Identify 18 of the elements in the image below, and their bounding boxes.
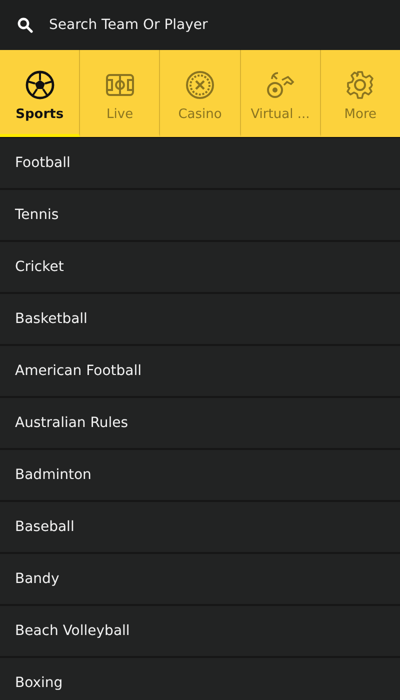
sport-list-item[interactable]: Tennis bbox=[0, 190, 400, 242]
nav-tab[interactable]: Sports bbox=[0, 50, 80, 137]
sport-list-item[interactable]: Basketball bbox=[0, 294, 400, 346]
search-input[interactable]: Search Team Or Player bbox=[49, 10, 390, 40]
sport-list-item[interactable]: Bandy bbox=[0, 554, 400, 606]
roulette-icon bbox=[184, 68, 216, 100]
sport-list-item[interactable]: Badminton bbox=[0, 450, 400, 502]
soccer-ball-icon bbox=[24, 68, 56, 100]
sport-list-item[interactable]: Cricket bbox=[0, 242, 400, 294]
sport-list-item[interactable]: Beach Volleyball bbox=[0, 606, 400, 658]
sport-list-item[interactable]: Boxing bbox=[0, 658, 400, 700]
settings-icon bbox=[344, 68, 376, 100]
search-icon bbox=[17, 17, 33, 33]
search-field[interactable]: Search Team Or Player bbox=[0, 0, 400, 50]
sport-list-item[interactable]: American Football bbox=[0, 346, 400, 398]
sport-list-item[interactable]: Baseball bbox=[0, 502, 400, 554]
sport-list-item[interactable]: Football bbox=[0, 138, 400, 190]
sport-list-item[interactable]: Australian Rules bbox=[0, 398, 400, 450]
